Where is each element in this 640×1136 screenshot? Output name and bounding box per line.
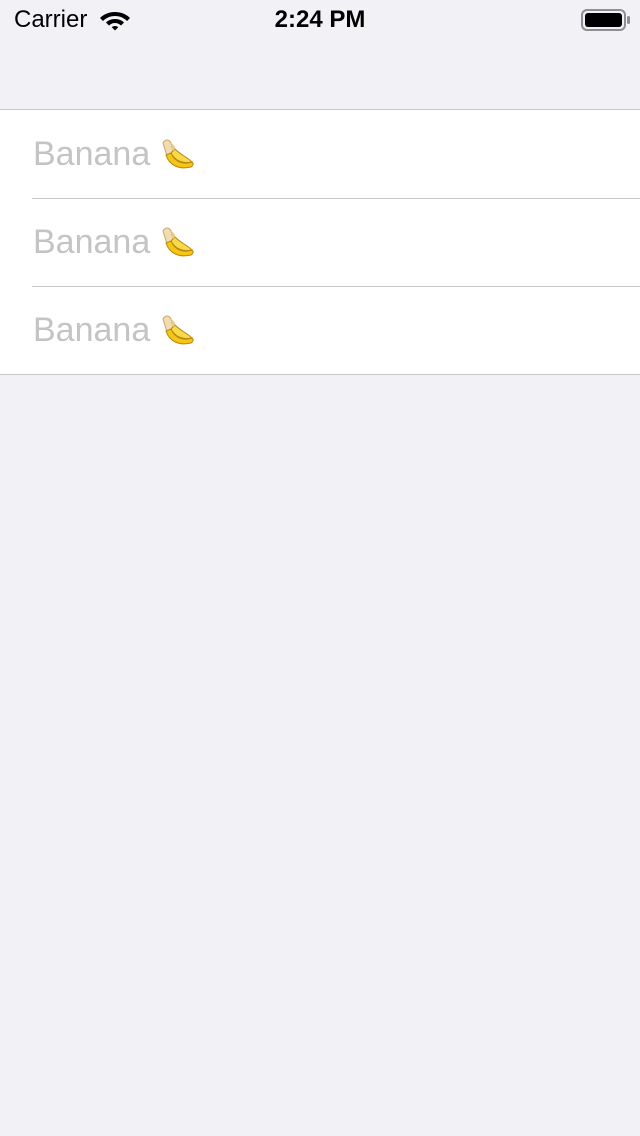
row-label: Banana [33, 311, 151, 349]
banana-icon [162, 315, 194, 345]
banana-icon [162, 227, 194, 257]
status-bar: Carrier 2:24 PM [0, 0, 640, 40]
row-label: Banana [33, 223, 151, 261]
battery-icon [581, 9, 630, 31]
table-view: Banana Banana Banana [0, 109, 640, 375]
row-label: Banana [33, 135, 151, 173]
table-row[interactable]: Banana [0, 198, 640, 286]
table-row[interactable]: Banana [0, 286, 640, 374]
table-row[interactable]: Banana [0, 110, 640, 198]
banana-icon [162, 139, 194, 169]
status-time: 2:24 PM [274, 6, 366, 33]
